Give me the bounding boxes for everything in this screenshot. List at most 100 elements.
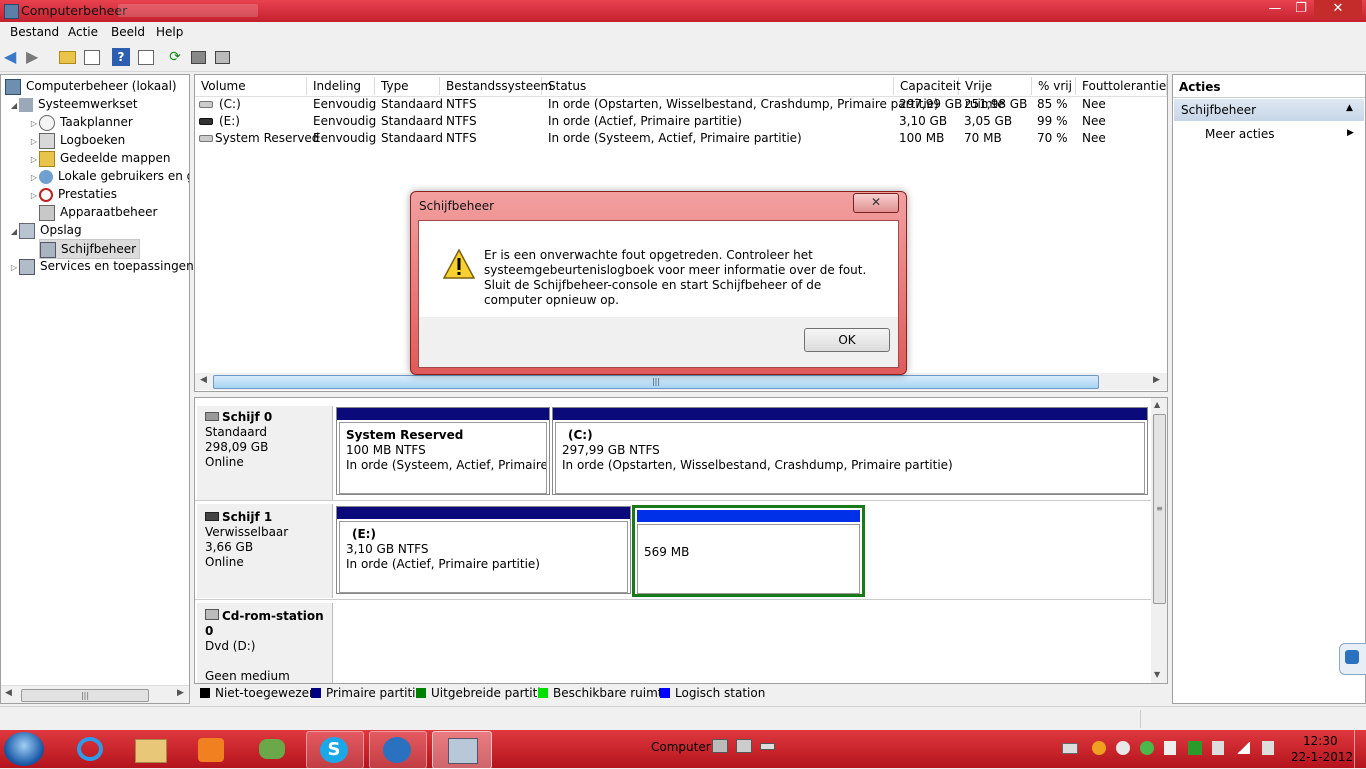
actions-section-schijfbeheer[interactable]: Schijfbeheer ▲ (1174, 99, 1364, 121)
scroll-thumb[interactable]: ||| (213, 375, 1099, 389)
tree-horizontal-scrollbar[interactable]: ◀ ||| ▶ (1, 685, 189, 703)
legend: Niet-toegewezen Primaire partitie Uitgeb… (194, 684, 1168, 704)
tree-item-apparaatbeheer[interactable]: Apparaatbeheer (39, 203, 157, 221)
taskbar-media-player-icon[interactable] (183, 731, 239, 767)
partition-c[interactable]: (C:) 297,99 GB NTFS In orde (Opstarten, … (552, 407, 1148, 495)
menu-help[interactable]: Help (156, 25, 183, 39)
scroll-thumb[interactable]: ≡ (1153, 414, 1166, 604)
menu-actie[interactable]: Actie (68, 25, 98, 39)
col-indeling[interactable]: Indeling (307, 77, 375, 95)
back-icon[interactable]: ◀ (4, 48, 22, 66)
col-capaciteit[interactable]: Capaciteit (894, 77, 961, 95)
help-icon[interactable]: ? (112, 48, 130, 66)
disk-0-label[interactable]: Schijf 0 Standaard 298,09 GB Online (197, 406, 333, 500)
table-row[interactable]: (E:) Eenvoudig Standaard NTFS In orde (A… (195, 113, 1167, 130)
col-bestandssysteem[interactable]: Bestandssysteem (440, 77, 552, 95)
taskbar-skype-icon[interactable]: S (306, 731, 364, 769)
partition-569mb[interactable]: 569 MB (632, 505, 865, 597)
tree-item-services[interactable]: ▷ Services en toepassingen (9, 257, 194, 275)
col-vrije-ruimte[interactable]: Vrije ruimte (959, 77, 1032, 111)
maximize-button[interactable]: ❐ (1288, 0, 1314, 19)
scroll-left-icon[interactable]: ◀ (5, 688, 12, 698)
expanded-arrow-icon[interactable]: ◢ (9, 223, 19, 241)
collapsed-arrow-icon[interactable]: ▷ (29, 187, 39, 205)
legend-item: Niet-toegewezen (200, 686, 317, 700)
tree-item-prestaties[interactable]: ▷ Prestaties (29, 185, 117, 203)
minimize-button[interactable]: — (1262, 0, 1288, 19)
tree-item-lokale-gebruikers[interactable]: ▷Lokale gebruikers en groepen (29, 167, 189, 185)
scroll-right-icon[interactable]: ▶ (1153, 375, 1160, 385)
scroll-thumb[interactable]: ||| (21, 689, 149, 702)
menu-bestand[interactable]: Bestand (10, 25, 59, 39)
window-subtitle (118, 4, 258, 17)
expanded-arrow-icon[interactable]: ◢ (9, 97, 19, 115)
list-horizontal-scrollbar[interactable]: ◀ ||| ▶ (195, 373, 1167, 390)
disk-vertical-scrollbar[interactable]: ▲ ≡ ▼ (1151, 398, 1167, 683)
toolbar-network-icon[interactable] (736, 739, 752, 753)
forward-icon[interactable]: ▶ (26, 48, 44, 66)
tray-keyboard-icon[interactable] (1062, 743, 1078, 754)
tray-check-icon[interactable] (1140, 741, 1154, 755)
window-title: Computerbeheer (21, 3, 128, 18)
show-desktop-button[interactable] (1354, 730, 1366, 768)
taskbar-teamviewer-icon[interactable] (369, 731, 427, 769)
taskbar-explorer-icon[interactable] (122, 731, 178, 767)
scroll-left-icon[interactable]: ◀ (200, 375, 207, 385)
clock-date[interactable]: 22-1-2012 (1291, 750, 1353, 764)
scroll-up-icon[interactable]: ▲ (1154, 400, 1160, 409)
action-meer-acties[interactable]: Meer acties ▶ (1174, 125, 1364, 143)
menu-beeld[interactable]: Beeld (111, 25, 145, 39)
disk-1-label[interactable]: Schijf 1 Verwisselbaar 3,66 GB Online (197, 504, 333, 598)
tray-skype-icon[interactable] (1116, 741, 1130, 755)
teamviewer-tab-icon[interactable] (1339, 643, 1366, 675)
col-type[interactable]: Type (375, 77, 440, 95)
tree-item-opslag[interactable]: ◢ Opslag (9, 221, 82, 239)
show-hide-action-pane-icon[interactable] (136, 48, 154, 66)
toolbar-device-icon[interactable] (760, 743, 775, 750)
taskbar-internet-explorer-icon[interactable] (62, 731, 118, 767)
tray-usb-icon[interactable] (1212, 741, 1224, 755)
close-button[interactable]: ✕ (1314, 0, 1362, 19)
partition-e[interactable]: (E:) 3,10 GB NTFS In orde (Actief, Prima… (336, 506, 631, 594)
ok-button[interactable]: OK (804, 328, 890, 352)
taskbar-computer-management-icon[interactable] (432, 731, 492, 769)
collapse-icon[interactable]: ▲ (1346, 103, 1353, 113)
tree-item-taakplanner[interactable]: ▷ Taakplanner (29, 113, 133, 131)
collapsed-arrow-icon[interactable]: ▷ (9, 259, 19, 277)
tree-item-schijfbeheer[interactable]: Schijfbeheer (39, 239, 141, 259)
tray-avast-icon[interactable] (1092, 741, 1106, 755)
collapsed-arrow-icon[interactable]: ▷ (29, 169, 39, 185)
tree-item-root[interactable]: Computerbeheer (lokaal) (5, 77, 177, 95)
up-folder-icon[interactable] (58, 48, 76, 66)
col-volume[interactable]: Volume (195, 77, 307, 95)
col-fouttolerantie[interactable]: Fouttolerantie (1076, 77, 1167, 95)
clock-time[interactable]: 12:30 (1303, 734, 1338, 748)
tree-item-logboeken[interactable]: ▷ Logboeken (29, 131, 125, 149)
taskbar-computer-label[interactable]: Computer (651, 740, 711, 754)
disk-settings-icon[interactable] (213, 48, 231, 66)
tray-signal-icon[interactable] (1236, 742, 1250, 754)
show-hide-tree-icon[interactable] (82, 48, 100, 66)
services-icon (19, 258, 35, 275)
table-row[interactable]: System Reserved Eenvoudig Standaard NTFS… (195, 130, 1167, 147)
scroll-right-icon[interactable]: ▶ (177, 688, 184, 698)
clock-icon (39, 114, 55, 131)
toolbar-drive-icon[interactable] (712, 739, 728, 753)
toolbar: ◀ ▶ ? ⟳ (0, 44, 1366, 72)
dialog-close-button[interactable]: ✕ (853, 193, 899, 213)
cdrom-label[interactable]: Cd-rom-station 0 Dvd (D:) Geen medium (197, 603, 333, 683)
taskbar-people-icon[interactable] (244, 731, 300, 767)
tray-flag-icon[interactable] (1164, 741, 1176, 755)
partition-system-reserved[interactable]: System Reserved 100 MB NTFS In orde (Sys… (336, 407, 550, 495)
table-row[interactable]: (C:) Eenvoudig Standaard NTFS In orde (O… (195, 96, 1167, 113)
col-procent-vrij[interactable]: % vrij (1032, 77, 1076, 95)
refresh-icon[interactable]: ⟳ (166, 48, 184, 66)
col-status[interactable]: Status (542, 77, 894, 95)
start-button[interactable] (4, 732, 44, 766)
tray-devices-icon[interactable] (1188, 741, 1202, 755)
tray-volume-icon[interactable] (1262, 741, 1274, 755)
scroll-down-icon[interactable]: ▼ (1154, 670, 1160, 679)
properties-icon[interactable] (189, 48, 207, 66)
tree-item-gedeelde-mappen[interactable]: ▷ Gedeelde mappen (29, 149, 170, 167)
tree-item-systeemwerkset[interactable]: ◢ Systeemwerkset (9, 95, 138, 113)
